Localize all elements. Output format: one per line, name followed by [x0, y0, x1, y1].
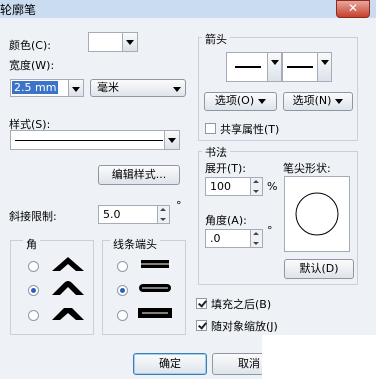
miter-limit-value: 5.0: [103, 208, 121, 221]
width-value: 2.5 mm: [12, 81, 59, 94]
edit-style-button[interactable]: 编辑样式...: [98, 165, 180, 185]
chevron-down-icon: [258, 98, 267, 104]
corner-miter-radio[interactable]: [28, 261, 39, 272]
cap-round-radio[interactable]: [117, 285, 128, 296]
scale-with-object-label: 随对象缩放(J): [211, 320, 278, 333]
arrow-line-icon: [287, 66, 313, 68]
chevron-down-icon: [317, 53, 331, 81]
stretch-input[interactable]: 100: [205, 177, 263, 196]
stretch-percent-symbol: %: [267, 180, 278, 193]
round-cap-icon: [139, 284, 171, 292]
line-caps-label: 线条端头: [110, 236, 160, 252]
nib-shape-label: 笔尖形状:: [283, 162, 331, 175]
overlay-blank-area: [262, 335, 376, 379]
spinner-icon[interactable]: [157, 206, 169, 223]
arrows-label: 箭头: [202, 31, 230, 47]
chevron-down-icon: [335, 98, 344, 104]
arrow-line-icon: [235, 66, 261, 68]
width-unit-label: 毫米: [97, 81, 119, 94]
color-picker-button[interactable]: [88, 32, 138, 52]
start-arrow-options-button[interactable]: 选项(O): [204, 92, 277, 111]
start-arrow-select[interactable]: [226, 52, 282, 82]
chevron-down-icon: [122, 33, 137, 51]
angle-degree-symbol: °: [267, 224, 273, 237]
miter-degree-symbol: °: [176, 199, 182, 212]
end-arrow-options-label: 选项(N): [292, 94, 332, 107]
chevron-down-icon: [164, 131, 179, 149]
share-attributes-checkbox[interactable]: [205, 123, 216, 134]
behind-fill-label: 填充之后(B): [211, 298, 272, 311]
corner-round-radio[interactable]: [28, 285, 39, 296]
close-button[interactable]: ✕: [336, 0, 370, 18]
behind-fill-checkbox[interactable]: [196, 298, 207, 309]
butt-cap-icon: [138, 260, 172, 268]
width-label: 宽度(W):: [9, 59, 55, 72]
width-unit-select[interactable]: 毫米: [90, 79, 186, 97]
miter-corner-icon: [52, 257, 84, 271]
outline-pen-dialog: 轮廓笔 ✕ 颜色(C): 宽度(W): 2.5 mm 毫米 样式(S): 编辑样…: [0, 0, 376, 379]
default-nib-button[interactable]: 默认(D): [284, 259, 354, 279]
color-label: 颜色(C):: [9, 39, 51, 52]
spinner-icon[interactable]: [250, 230, 262, 247]
stretch-label: 展开(T):: [205, 162, 247, 175]
end-arrow-options-button[interactable]: 选项(N): [283, 92, 353, 111]
calligraphy-label: 书法: [202, 144, 230, 160]
bevel-corner-icon: [52, 308, 84, 320]
cap-butt-radio[interactable]: [117, 261, 128, 272]
square-cap-icon: [138, 308, 172, 318]
share-attributes-label: 共享属性(T): [220, 123, 280, 136]
title-bar: 轮廓笔 ✕: [0, 0, 376, 18]
angle-input[interactable]: .0: [205, 229, 263, 248]
width-select[interactable]: 2.5 mm: [10, 79, 84, 97]
spinner-icon[interactable]: [250, 178, 262, 195]
miter-limit-label: 斜接限制:: [9, 210, 57, 223]
chevron-down-icon: [170, 80, 185, 96]
nib-circle-icon: [295, 192, 339, 236]
miter-limit-input[interactable]: 5.0: [98, 205, 170, 224]
nib-shape-preview[interactable]: [284, 176, 350, 252]
style-select[interactable]: [10, 130, 180, 150]
ok-button[interactable]: 确定: [133, 353, 207, 375]
end-arrow-select[interactable]: [282, 52, 332, 82]
chevron-down-icon: [267, 53, 281, 81]
round-corner-icon: [52, 281, 84, 295]
angle-label: 角度(A):: [205, 214, 247, 227]
corner-bevel-radio[interactable]: [28, 310, 39, 321]
stretch-value: 100: [210, 180, 231, 193]
corners-label: 角: [23, 236, 40, 252]
scale-with-object-checkbox[interactable]: [196, 320, 207, 331]
angle-value: .0: [210, 232, 221, 245]
window-title: 轮廓笔: [0, 3, 37, 17]
chevron-down-icon: [68, 80, 83, 96]
start-arrow-options-label: 选项(O): [214, 94, 255, 107]
line-style-preview: [15, 140, 163, 141]
cap-square-radio[interactable]: [117, 310, 128, 321]
